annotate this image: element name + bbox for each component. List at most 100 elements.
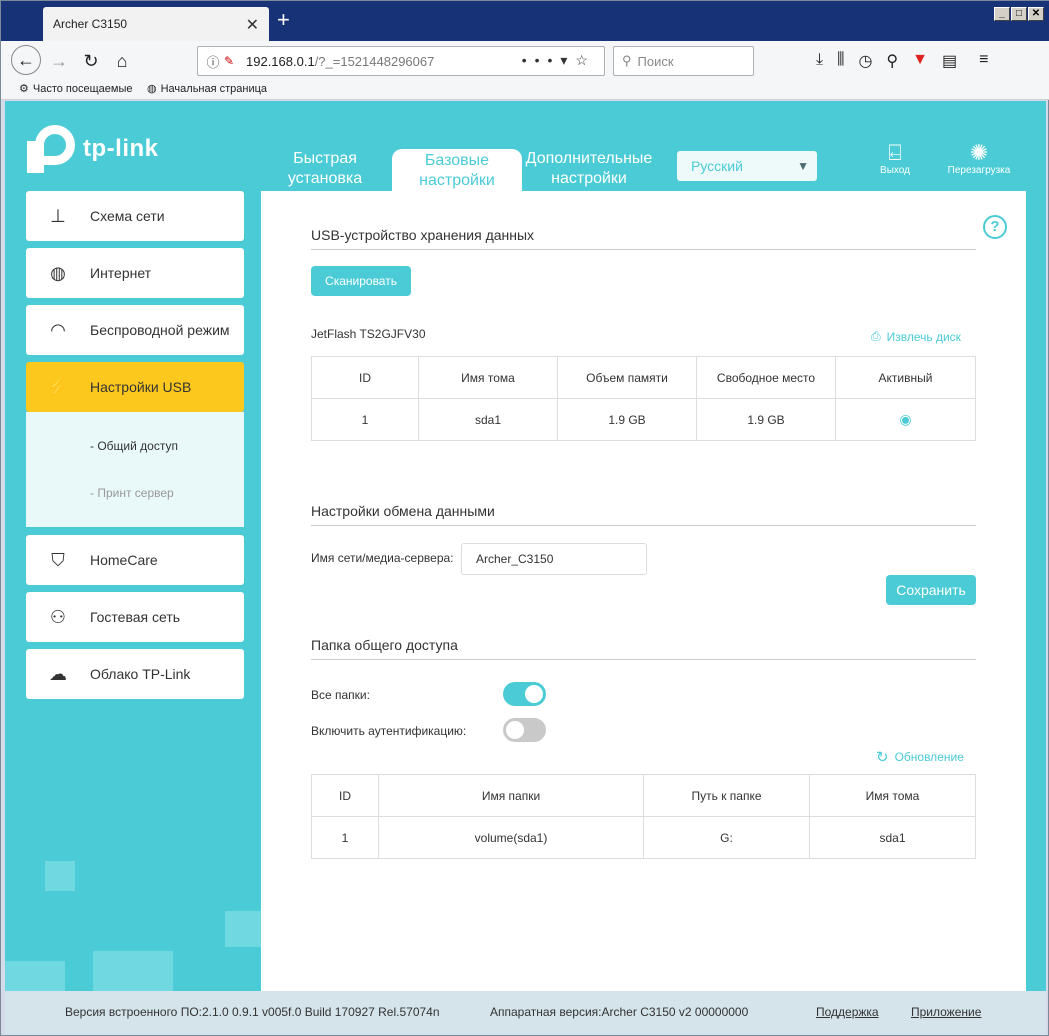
browser-tab[interactable]: Archer C3150 ✕ bbox=[43, 7, 269, 41]
library-icon[interactable]: ⫼ bbox=[837, 51, 844, 71]
download-icon[interactable]: ⤓ bbox=[816, 51, 823, 71]
column-header: Активный bbox=[835, 356, 976, 399]
table-header-row: ID Имя папки Путь к папке Имя тома bbox=[311, 774, 976, 817]
tab-advanced[interactable]: Дополнительные настройки bbox=[523, 149, 655, 191]
decor-square bbox=[225, 911, 261, 947]
sidebar-item-homecare[interactable]: ⛉ HomeCare bbox=[26, 535, 244, 585]
url-path: /?_=1521448296067 bbox=[314, 53, 435, 69]
maximize-icon[interactable]: □ bbox=[1011, 7, 1027, 21]
exchange-heading: Настройки обмена данными bbox=[311, 503, 976, 526]
shared-folder-heading: Папка общего доступа bbox=[311, 637, 976, 660]
tab-basic[interactable]: Базовые настройки bbox=[392, 149, 522, 191]
firmware-version: Версия встроенного ПО:2.1.0 0.9.1 v005f.… bbox=[65, 1005, 440, 1019]
zoom-icon[interactable]: ⚲ bbox=[886, 51, 898, 71]
column-header: ID bbox=[311, 774, 379, 817]
close-window-icon[interactable]: ✕ bbox=[1028, 7, 1044, 21]
reboot-icon: ✺ bbox=[969, 140, 989, 165]
bookmark-home[interactable]: ◍ Начальная страница bbox=[147, 82, 267, 96]
logout-button[interactable]: ⍇ Выход bbox=[875, 140, 915, 177]
save-button[interactable]: Сохранить bbox=[886, 575, 976, 605]
table-header-row: ID Имя тома Объем памяти Свободное место… bbox=[311, 356, 976, 399]
table-cell: sda1 bbox=[809, 816, 976, 859]
sidebar-item-label: Гостевая сеть bbox=[90, 609, 181, 625]
sidebar-item-label: Схема сети bbox=[90, 208, 165, 224]
sidebar-item-cloud[interactable]: ☁ Облако TP-Link bbox=[26, 649, 244, 699]
submenu-sharing[interactable]: - Общий доступ bbox=[90, 439, 178, 453]
logout-icon: ⍇ bbox=[888, 140, 902, 165]
home-icon[interactable]: ⌂ bbox=[108, 47, 136, 75]
shield-icon[interactable]: ▼ bbox=[912, 51, 928, 71]
search-input[interactable]: ⚲ Поиск bbox=[613, 46, 754, 76]
help-icon[interactable]: ? bbox=[983, 215, 1007, 239]
auth-toggle[interactable] bbox=[503, 718, 546, 742]
sidebar-item-guest[interactable]: ⚇ Гостевая сеть bbox=[26, 592, 244, 642]
info-icon[interactable]: ⓘ bbox=[202, 52, 224, 71]
forward-icon[interactable]: → bbox=[45, 47, 73, 75]
tp-link-logo: tp-link bbox=[27, 125, 159, 173]
users-icon: ⚇ bbox=[49, 606, 67, 627]
eject-icon: ⎙ bbox=[871, 329, 881, 343]
usb-submenu: - Общий доступ - Принт сервер bbox=[26, 412, 244, 527]
reboot-button[interactable]: ✺ Перезагрузка bbox=[943, 140, 1015, 177]
server-name-input[interactable]: Archer_C3150 bbox=[461, 543, 647, 575]
device-name: JetFlash TS2GJFV30 bbox=[311, 327, 426, 341]
sidebar-item-label: Беспроводной режим bbox=[90, 322, 230, 338]
router-page: tp-link Быстрая установка Базовые настро… bbox=[5, 101, 1046, 1035]
browser-window: Archer C3150 ✕ + _ □ ✕ ← → ↻ ⌂ ⓘ ✎ 192.1… bbox=[0, 0, 1049, 1036]
hardware-version: Аппаратная версия:Archer C3150 v2 000000… bbox=[490, 1005, 749, 1019]
eye-icon[interactable]: ◉ bbox=[899, 411, 911, 427]
globe-icon: ◍ bbox=[147, 83, 157, 95]
new-tab-icon[interactable]: + bbox=[277, 9, 290, 31]
sidebar-item-usb[interactable]: ⚡ Настройки USB bbox=[26, 362, 244, 412]
language-value: Русский bbox=[691, 158, 743, 174]
support-link[interactable]: Поддержка bbox=[816, 1005, 879, 1019]
chevron-down-icon: ▼ bbox=[797, 159, 809, 173]
menu-icon[interactable]: ≡ bbox=[979, 51, 988, 71]
navigation-bar: ← → ↻ ⌂ ⓘ ✎ 192.168.0.1 /?_=152144829606… bbox=[1, 41, 1049, 79]
sidebar-item-internet[interactable]: ◍ Интернет bbox=[26, 248, 244, 298]
usb-icon: ⚡ bbox=[46, 376, 70, 397]
tab-quick-setup[interactable]: Быстрая установка bbox=[273, 149, 377, 191]
sidebar-item-label: Настройки USB bbox=[90, 379, 192, 395]
refresh-label: Обновление bbox=[894, 750, 964, 764]
window-controls: _ □ ✕ bbox=[994, 7, 1044, 21]
shared-folders-table: ID Имя папки Путь к папке Имя тома 1 vol… bbox=[311, 774, 976, 859]
globe-icon: ◍ bbox=[50, 262, 66, 283]
column-header: Имя тома bbox=[418, 356, 558, 399]
bookmark-most-visited[interactable]: ⚙ Часто посещаемые bbox=[19, 82, 133, 96]
cloud-icon: ☁ bbox=[49, 663, 67, 684]
back-icon[interactable]: ← bbox=[11, 45, 41, 75]
bookmark-label: Часто посещаемые bbox=[32, 82, 133, 95]
tab-label: Дополнительные настройки bbox=[525, 150, 653, 187]
scan-button[interactable]: Сканировать bbox=[311, 266, 411, 296]
content-panel: ? USB-устройство хранения данных Сканиро… bbox=[261, 191, 1026, 991]
page-actions-icon[interactable]: •••▾☆ bbox=[522, 52, 596, 69]
table-cell: 1.9 GB bbox=[557, 398, 697, 441]
sidebar-icon[interactable]: ▤ bbox=[942, 51, 957, 71]
sidebar-item-network-map[interactable]: ⊥ Схема сети bbox=[26, 191, 244, 241]
sidebar-item-label: Облако TP-Link bbox=[90, 666, 191, 682]
all-folders-toggle[interactable] bbox=[503, 682, 546, 706]
auth-label: Включить аутентификацию: bbox=[311, 724, 467, 738]
reboot-label: Перезагрузка bbox=[947, 165, 1011, 176]
usb-devices-table: ID Имя тома Объем памяти Свободное место… bbox=[311, 356, 976, 441]
column-header: Имя тома bbox=[809, 774, 976, 817]
sidebar-item-wireless[interactable]: ◠ Беспроводной режим bbox=[26, 305, 244, 355]
table-cell: 1.9 GB bbox=[696, 398, 836, 441]
history-icon[interactable]: ◷ bbox=[858, 51, 872, 71]
toolbar: ⤓ ⫼ ◷ ⚲ ▼ ▤ ≡ bbox=[816, 51, 988, 71]
tab-label: Базовые настройки bbox=[419, 152, 495, 189]
server-name-label: Имя сети/медиа-сервера: bbox=[311, 551, 454, 565]
app-link[interactable]: Приложение bbox=[911, 1005, 981, 1019]
eject-disk-link[interactable]: ⎙ Извлечь диск bbox=[871, 329, 961, 344]
table-cell: 1 bbox=[311, 398, 419, 441]
submenu-print-server[interactable]: - Принт сервер bbox=[90, 486, 174, 500]
shield-icon: ⛉ bbox=[51, 549, 65, 570]
refresh-link[interactable]: ↻ Обновление bbox=[876, 748, 964, 766]
minimize-icon[interactable]: _ bbox=[994, 7, 1010, 21]
language-select[interactable]: Русский ▼ bbox=[677, 151, 817, 181]
close-tab-icon[interactable]: ✕ bbox=[246, 15, 259, 35]
reload-icon[interactable]: ↻ bbox=[77, 47, 105, 75]
address-bar[interactable]: ⓘ ✎ 192.168.0.1 /?_=1521448296067 •••▾☆ bbox=[197, 46, 605, 76]
decor-square bbox=[45, 861, 75, 891]
